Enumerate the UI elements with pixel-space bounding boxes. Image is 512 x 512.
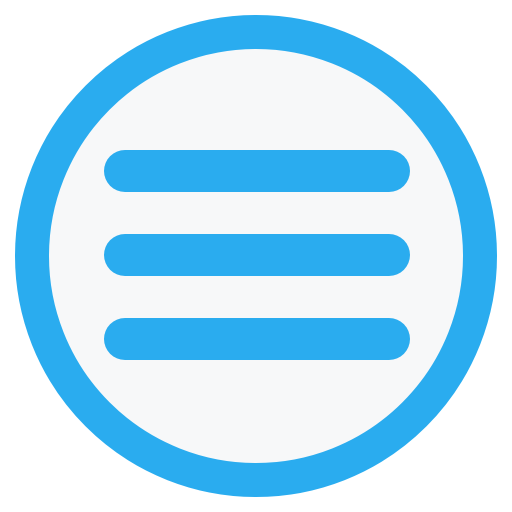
hamburger-menu-icon — [15, 15, 497, 497]
menu-button[interactable] — [0, 0, 512, 512]
app-icon-canvas — [0, 0, 512, 512]
menu-line-middle — [104, 234, 410, 276]
menu-line-top — [104, 150, 410, 192]
menu-line-bottom — [104, 318, 410, 360]
